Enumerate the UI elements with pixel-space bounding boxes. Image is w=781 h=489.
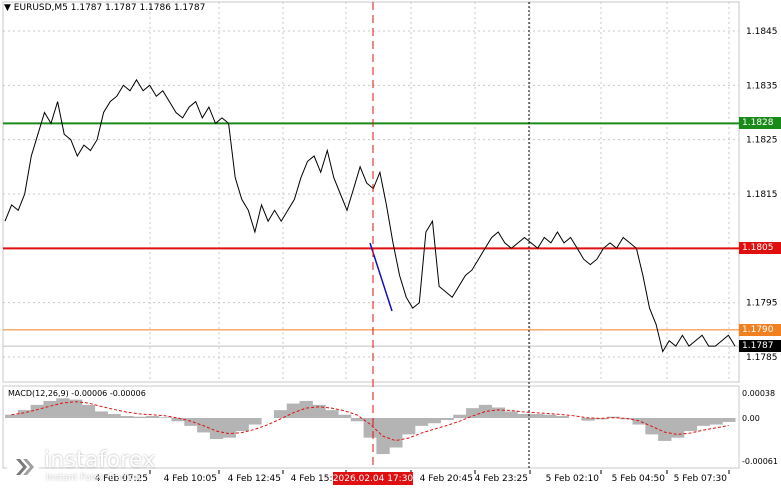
symbol-info: EURUSD,M5 1.1787 1.1787 1.1786 1.1787 xyxy=(13,3,206,13)
macd-bar xyxy=(56,398,70,418)
symbol-header: ▼ EURUSD,M5 1.1787 1.1787 1.1786 1.1787 xyxy=(4,3,205,13)
price-tick-label: 1.1795 xyxy=(746,299,778,309)
macd-bar xyxy=(709,418,723,425)
time-highlight-label: 2026.02.04 17:30 xyxy=(333,474,414,484)
macd-bar xyxy=(504,411,518,418)
time-tick-label: 4 Feb 12:45 xyxy=(228,474,281,484)
price-tick-label: 1.1825 xyxy=(746,136,778,146)
macd-bar xyxy=(389,418,403,448)
macd-bar xyxy=(402,418,416,435)
macd-bar xyxy=(209,418,224,439)
macd-bar xyxy=(350,418,365,422)
macd-bar xyxy=(197,418,211,433)
macd-bar xyxy=(17,410,32,418)
macd-bar xyxy=(94,411,108,418)
logo-mark-icon xyxy=(7,451,39,483)
time-tick-label: 4 Feb 20:45 xyxy=(420,474,473,484)
macd-bar xyxy=(171,418,185,422)
macd-bar xyxy=(414,418,429,426)
macd-bar xyxy=(325,410,339,418)
macd-bar xyxy=(30,404,44,418)
macd-bar xyxy=(670,418,685,438)
level-price-tag: 1.1828 xyxy=(739,117,781,130)
time-tick-label: 5 Feb 02:10 xyxy=(546,474,600,484)
macd-tick-label: -0.00061 xyxy=(742,457,778,466)
macd-bar xyxy=(120,416,134,418)
macd-bar xyxy=(491,407,505,418)
macd-bar xyxy=(594,418,608,420)
level-price-tag: 1.1805 xyxy=(739,242,781,255)
time-tick-label: 5 Feb 04:50 xyxy=(612,474,666,484)
macd-bar xyxy=(145,416,160,418)
price-tick-label: 1.1785 xyxy=(746,353,778,363)
macd-bar xyxy=(466,408,480,418)
price-tick-label: 1.1835 xyxy=(746,81,778,91)
macd-title: MACD(12,26,9) -0.00006 -0.00006 xyxy=(8,389,146,398)
level-price-tag: 1.1787 xyxy=(739,340,781,353)
level-price-tag: 1.1790 xyxy=(739,323,781,336)
macd-bar xyxy=(658,418,672,441)
macd-bar xyxy=(222,418,237,438)
time-axis: 4 Feb 07:25 4 Feb 10:05 4 Feb 12:45 4 Feb 1… xyxy=(95,470,730,485)
macd-bar xyxy=(440,418,454,420)
macd-bar xyxy=(133,416,147,418)
price-panel xyxy=(2,1,740,383)
macd-bar xyxy=(683,418,698,432)
price-tick-label: 1.1815 xyxy=(746,190,778,200)
time-tick-label: 4 Feb 23:25 xyxy=(475,474,528,484)
macd-bar xyxy=(158,417,172,418)
macd-bar xyxy=(542,414,557,418)
macd-bar xyxy=(722,418,736,422)
macd-bar xyxy=(107,414,121,418)
macd-tick-label: 0.00 xyxy=(742,414,760,423)
triangle-down-icon[interactable]: ▼ xyxy=(4,3,11,13)
macd-bar xyxy=(235,418,249,432)
macd-bar xyxy=(81,404,96,418)
macd-bar xyxy=(555,416,570,418)
macd-bar xyxy=(427,418,441,424)
macd-bar xyxy=(696,418,710,426)
macd-bar xyxy=(453,414,467,418)
macd-bar xyxy=(632,418,646,425)
macd-bar xyxy=(248,418,262,425)
logo-wordmark: instaforex xyxy=(44,448,156,473)
macd-bar xyxy=(184,418,198,426)
macd-tick-label: 0.00038 xyxy=(742,389,775,398)
logo: instaforex Instant Forex Trading xyxy=(6,446,186,486)
macd-bar xyxy=(43,400,57,418)
price-tick-label: 1.1845 xyxy=(746,27,778,37)
logo-tagline: Instant Forex Trading xyxy=(46,473,141,483)
macd-bar xyxy=(478,404,493,418)
time-tick-label: 5 Feb 07:30 xyxy=(674,474,728,484)
macd-bar xyxy=(5,414,19,418)
macd-bar xyxy=(530,414,544,418)
macd-bar xyxy=(337,414,352,418)
chart-canvas[interactable]: 1.1845 1.1835 1.1825 1.1815 1.1795 1.1785 0.00… xyxy=(0,0,781,489)
